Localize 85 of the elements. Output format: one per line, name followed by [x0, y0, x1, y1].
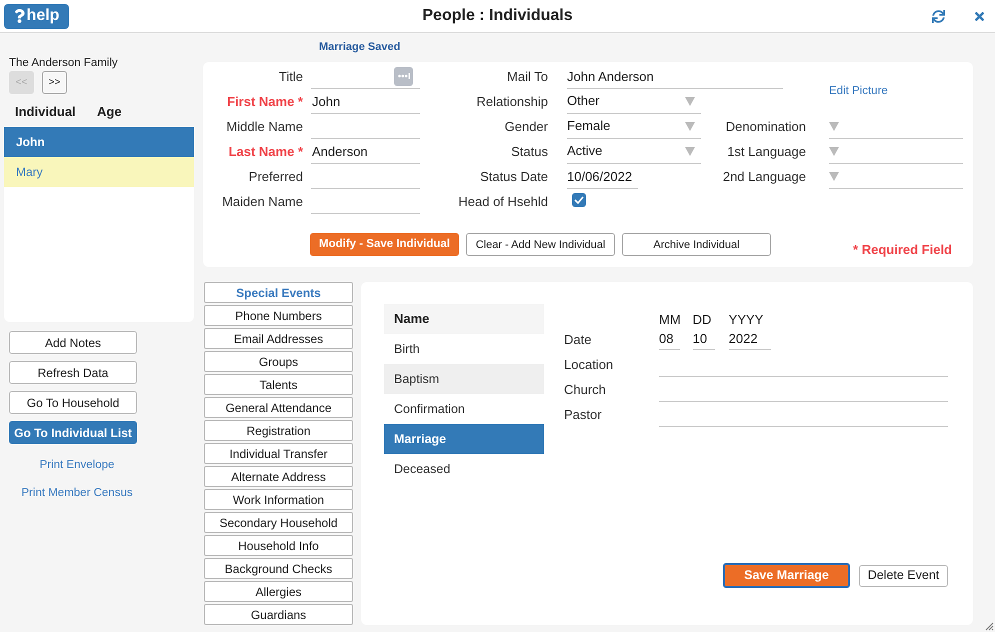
field-label: First Name *	[227, 92, 303, 111]
date-field[interactable]: 10/06/2022	[567, 164, 638, 188]
field-label: Head of Hsehld	[458, 192, 548, 211]
action-button[interactable]: Refresh Data	[9, 361, 137, 384]
required-note: * Required Field	[853, 241, 952, 259]
more-button[interactable]	[394, 66, 413, 86]
caret-icon	[685, 96, 695, 106]
help-button[interactable]: help	[4, 4, 69, 28]
field-label: Status	[511, 142, 548, 161]
caret-icon	[685, 122, 695, 130]
event-button[interactable]: Delete Event	[859, 564, 948, 586]
event-field-label: Church	[564, 380, 606, 399]
tab-button[interactable]: Secondary Household	[204, 512, 353, 533]
field-label: Relationship	[476, 92, 548, 111]
field-label: 1st Language	[727, 142, 806, 161]
event-field-label: Pastor	[564, 406, 602, 424]
question-icon	[14, 9, 25, 23]
tab-button[interactable]: Groups	[204, 351, 353, 372]
print-link[interactable]: Print Member Census	[21, 487, 133, 500]
tab-button[interactable]: Email Addresses	[204, 328, 353, 349]
member-row[interactable]: John	[4, 127, 194, 157]
tab-button[interactable]: Guardians	[204, 604, 353, 625]
tab-button[interactable]: General Attendance	[204, 397, 353, 418]
field-label: Preferred	[248, 168, 303, 186]
status-message: Marriage Saved	[319, 40, 400, 54]
ellipsis-icon	[398, 73, 410, 79]
text-field[interactable]	[311, 64, 420, 88]
column-header: Individual	[15, 104, 76, 119]
refresh-icon[interactable]	[932, 10, 945, 22]
date-part-label: MM	[659, 313, 681, 327]
event-list-header: Name	[384, 304, 544, 334]
page-title: People : Individuals	[422, 6, 573, 26]
print-link[interactable]: Print Envelope	[40, 459, 114, 472]
column-header: Age	[97, 104, 122, 119]
dropdown[interactable]: Other	[567, 90, 701, 114]
text-field[interactable]: John Anderson	[567, 64, 783, 88]
field-label: Status Date	[480, 168, 548, 186]
caret-icon	[829, 172, 839, 180]
tab-button[interactable]: Special Events	[204, 282, 353, 303]
date-part-label: YYYY	[728, 313, 764, 327]
action-button[interactable]: Go To Household	[9, 391, 137, 414]
event-item[interactable]: Baptism	[384, 364, 544, 394]
close-icon[interactable]	[974, 10, 985, 22]
date-part-field[interactable]: 10	[692, 327, 715, 350]
nav-button[interactable]: >>	[42, 71, 67, 94]
check-icon	[574, 196, 584, 204]
field-label: Title	[278, 68, 303, 86]
caret-icon	[829, 122, 839, 130]
member-row[interactable]: Mary	[4, 157, 194, 187]
field-label: Middle Name	[226, 118, 303, 136]
action-button[interactable]: Go To Individual List	[9, 421, 137, 444]
tab-button[interactable]: Background Checks	[204, 558, 353, 579]
action-button[interactable]: Archive Individual	[622, 233, 771, 256]
field-label: 2nd Language	[722, 168, 806, 186]
resize-grip-icon[interactable]	[985, 622, 994, 631]
tab-button[interactable]: Allergies	[204, 581, 353, 602]
edit-picture-link[interactable]: Edit Picture	[829, 85, 888, 98]
date-part-field[interactable]: 2022	[728, 327, 771, 350]
tab-button[interactable]: Registration	[204, 420, 353, 441]
tab-button[interactable]: Work Information	[204, 489, 353, 510]
field-label: Gender	[504, 118, 548, 136]
caret-icon	[685, 146, 695, 156]
field-label: Denomination	[726, 118, 806, 136]
tab-button[interactable]: Talents	[204, 374, 353, 395]
event-field-label: Location	[564, 356, 614, 374]
dropdown[interactable]: Active	[567, 140, 701, 164]
tab-button[interactable]: Alternate Address	[204, 466, 353, 487]
field-label: Maiden Name	[222, 192, 303, 211]
text-field[interactable]: John	[311, 90, 420, 114]
caret-icon	[829, 146, 839, 156]
event-field-label: Date	[564, 330, 592, 349]
date-part-field[interactable]: 08	[659, 327, 680, 350]
tab-button[interactable]: Phone Numbers	[204, 305, 353, 326]
checkbox[interactable]	[572, 193, 586, 207]
field-label: Last Name *	[228, 142, 303, 161]
action-button[interactable]: Clear - Add New Individual	[466, 233, 615, 256]
event-item[interactable]: Marriage	[384, 424, 544, 454]
dropdown[interactable]: Female	[567, 114, 701, 138]
date-part-label: DD	[692, 313, 712, 327]
text-field[interactable]: Anderson	[311, 140, 420, 164]
tab-button[interactable]: Household Info	[204, 535, 353, 556]
tab-button[interactable]: Individual Transfer	[204, 443, 353, 464]
action-button[interactable]: Add Notes	[9, 331, 137, 354]
field-label: Mail To	[507, 68, 548, 86]
family-name: The Anderson Family	[9, 57, 118, 70]
